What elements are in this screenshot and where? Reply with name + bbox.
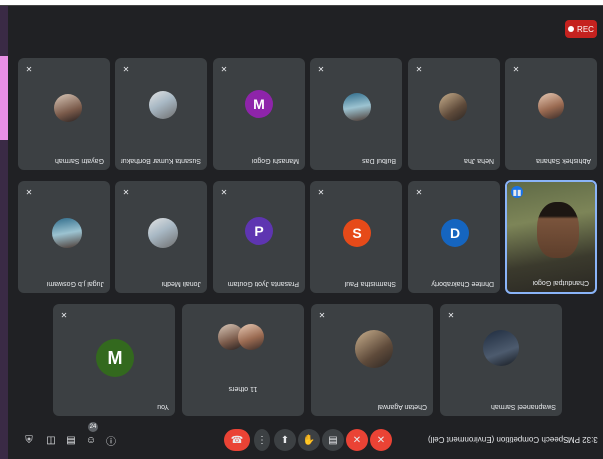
- participant-tile-speaking[interactable]: ▮▮ Chandutpal Gogoi: [505, 180, 597, 294]
- pink-marker: [0, 56, 8, 140]
- leave-call-button[interactable]: ☎: [224, 429, 250, 451]
- participant-tile[interactable]: ✕ Neha Jha: [408, 58, 500, 170]
- participant-name: Sharmistha Paul: [344, 280, 396, 287]
- mic-muted-icon: ✕: [220, 187, 228, 197]
- participant-tile[interactable]: ✕ Swapnaneel Sarmah: [440, 304, 562, 416]
- mic-muted-icon: ✕: [122, 187, 130, 197]
- avatar: [439, 93, 467, 121]
- avatar: [149, 91, 177, 119]
- avatar: M: [96, 339, 134, 377]
- meeting-title: Speech Competition (Environment Cell): [428, 435, 569, 444]
- participant-name: Neha Jha: [464, 157, 494, 164]
- left-window-strip: [0, 6, 8, 459]
- participant-tile[interactable]: ✕ Chetan Agarwal: [311, 304, 433, 416]
- participant-tile[interactable]: ✕ Bulbul Das: [310, 58, 402, 170]
- avatar: [538, 93, 564, 119]
- participant-name: Swapnaneel Sarmah: [491, 403, 556, 410]
- people-icon[interactable]: ☺: [84, 433, 98, 447]
- participant-tile[interactable]: ✕ P Prasanta Jyoti Goutam: [213, 181, 305, 293]
- mic-muted-icon: ✕: [512, 64, 520, 74]
- participant-face: [537, 202, 579, 258]
- mic-muted-icon: ✕: [60, 310, 68, 320]
- participant-name: Chandutpal Gogoi: [532, 279, 589, 286]
- avatar: [483, 330, 519, 366]
- avatar: P: [245, 217, 273, 245]
- others-count-label: 11 others: [228, 385, 258, 392]
- avatar: M: [245, 90, 273, 118]
- avatar: [54, 94, 82, 122]
- participant-tile[interactable]: ✕ Jugal j.b Goswami: [18, 181, 110, 293]
- mic-muted-icon: ✕: [317, 187, 325, 197]
- participant-tile[interactable]: ✕ Abhishek Saharia: [505, 58, 597, 170]
- recording-badge[interactable]: REC: [565, 20, 597, 38]
- meeting-time: 3:32 PM: [568, 435, 598, 444]
- mic-muted-icon: ✕: [122, 64, 130, 74]
- self-tile[interactable]: ✕ M You: [53, 304, 175, 416]
- avatar: [238, 324, 264, 350]
- recording-label: REC: [577, 24, 594, 34]
- participant-video: [507, 182, 595, 292]
- avatar: S: [343, 219, 371, 247]
- participant-tile[interactable]: ✕ Jonali Medhi: [115, 181, 207, 293]
- people-count-badge: 24: [88, 422, 98, 432]
- mic-muted-icon: ✕: [415, 64, 423, 74]
- mic-muted-icon: ✕: [25, 64, 33, 74]
- participant-name: Bulbul Das: [362, 157, 396, 164]
- participant-tile[interactable]: ✕ Gayatri Sarmah: [18, 58, 110, 170]
- chat-icon[interactable]: ▤: [64, 433, 78, 447]
- participant-tile[interactable]: ✕ S Sharmistha Paul: [310, 181, 402, 293]
- participant-tile[interactable]: ✕ Susanta Kumar Borthakur: [115, 58, 207, 170]
- meeting-stage: REC ✕ Abhishek Saharia ✕ Neha Jha ✕ Bulb…: [8, 6, 603, 459]
- others-tile[interactable]: 11 others: [182, 304, 304, 416]
- participant-name: Dhritee Chakraborty: [431, 280, 494, 287]
- participant-name: Susanta Kumar Borthakur: [121, 157, 201, 164]
- participant-name: Manashi Gogoi: [251, 157, 299, 164]
- mic-muted-icon: ✕: [220, 64, 228, 74]
- mic-muted-icon: ✕: [25, 187, 33, 197]
- camera-off-button[interactable]: ✕: [370, 429, 392, 451]
- record-dot-icon: [568, 26, 575, 32]
- avatar: [148, 218, 178, 248]
- participant-name: Gayatri Sarmah: [54, 157, 104, 164]
- participant-name: Abhishek Saharia: [536, 157, 591, 164]
- captions-button[interactable]: ▤: [322, 429, 344, 451]
- participant-tile[interactable]: ✕ D Dhritee Chakraborty: [408, 181, 500, 293]
- avatar: D: [441, 219, 469, 247]
- mic-muted-icon: ✕: [415, 187, 423, 197]
- more-options-button[interactable]: ⋮: [254, 429, 270, 451]
- participant-name: Chetan Agarwal: [377, 403, 427, 410]
- participant-name: Prasanta Jyoti Goutam: [227, 280, 299, 287]
- mic-muted-icon: ✕: [318, 310, 326, 320]
- participant-name: Jugal j.b Goswami: [46, 280, 104, 287]
- participant-name: Jonali Medhi: [161, 280, 201, 287]
- info-icon[interactable]: ⓘ: [104, 433, 118, 448]
- raise-hand-button[interactable]: ✋: [298, 429, 320, 451]
- host-controls-icon[interactable]: ⛨: [22, 433, 36, 447]
- control-bar: Speech Competition (Environment Cell) 3:…: [8, 421, 603, 459]
- present-button[interactable]: ⬆: [274, 429, 296, 451]
- mic-off-button[interactable]: ✕: [346, 429, 368, 451]
- avatar: [52, 218, 82, 248]
- participant-tile[interactable]: ✕ M Manashi Gogoi: [213, 58, 305, 170]
- mic-muted-icon: ✕: [317, 64, 325, 74]
- activities-icon[interactable]: ◫: [44, 433, 58, 447]
- speaking-indicator-icon: ▮▮: [511, 186, 523, 198]
- avatar: [355, 330, 393, 368]
- avatar: [343, 93, 371, 121]
- participant-name: You: [157, 403, 169, 410]
- mic-muted-icon: ✕: [447, 310, 455, 320]
